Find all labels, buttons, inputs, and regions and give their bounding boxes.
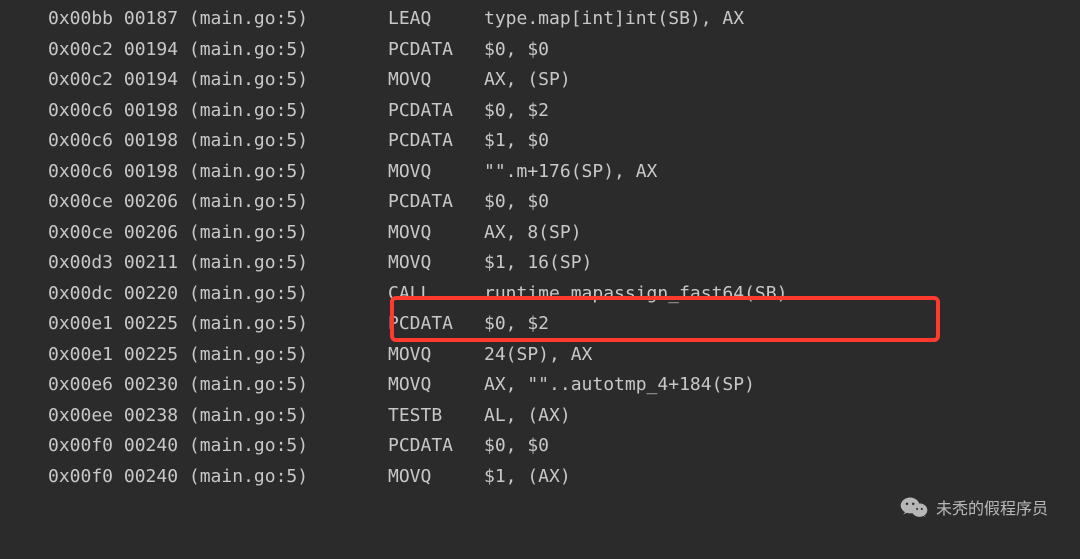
- asm-line: 0x00bb 00187 (main.go:5)LEAQtype.map[int…: [0, 4, 1080, 35]
- asm-args: AX, 8(SP): [484, 218, 1080, 249]
- asm-line: 0x00f0 00240 (main.go:5)MOVQ$1, (AX): [0, 462, 1080, 493]
- asm-opcode: MOVQ: [388, 218, 484, 249]
- asm-opcode: LEAQ: [388, 4, 484, 35]
- asm-line: 0x00c2 00194 (main.go:5)PCDATA$0, $0: [0, 35, 1080, 66]
- asm-line: 0x00c2 00194 (main.go:5)MOVQAX, (SP): [0, 65, 1080, 96]
- asm-opcode: MOVQ: [388, 462, 484, 493]
- asm-args: $0, $0: [484, 187, 1080, 218]
- asm-address: 0x00ce 00206 (main.go:5): [48, 218, 388, 249]
- asm-line: 0x00c6 00198 (main.go:5)MOVQ"".m+176(SP)…: [0, 157, 1080, 188]
- asm-opcode: PCDATA: [388, 309, 484, 340]
- asm-args: AX, ""..autotmp_4+184(SP): [484, 370, 1080, 401]
- watermark: 未秃的假程序员: [900, 495, 1048, 519]
- asm-address: 0x00f0 00240 (main.go:5): [48, 462, 388, 493]
- asm-line: 0x00d3 00211 (main.go:5)MOVQ$1, 16(SP): [0, 248, 1080, 279]
- asm-opcode: PCDATA: [388, 35, 484, 66]
- asm-line: 0x00e6 00230 (main.go:5)MOVQAX, ""..auto…: [0, 370, 1080, 401]
- asm-opcode: PCDATA: [388, 96, 484, 127]
- asm-address: 0x00c2 00194 (main.go:5): [48, 65, 388, 96]
- wechat-icon: [900, 495, 928, 519]
- asm-address: 0x00d3 00211 (main.go:5): [48, 248, 388, 279]
- asm-args: 24(SP), AX: [484, 340, 1080, 371]
- asm-opcode: PCDATA: [388, 431, 484, 462]
- asm-args: $0, $2: [484, 309, 1080, 340]
- asm-address: 0x00c6 00198 (main.go:5): [48, 157, 388, 188]
- asm-line: 0x00f0 00240 (main.go:5)PCDATA$0, $0: [0, 431, 1080, 462]
- asm-line: 0x00c6 00198 (main.go:5)PCDATA$1, $0: [0, 126, 1080, 157]
- asm-address: 0x00dc 00220 (main.go:5): [48, 279, 388, 310]
- asm-args: "".m+176(SP), AX: [484, 157, 1080, 188]
- asm-opcode: CALL: [388, 279, 484, 310]
- asm-line: 0x00c6 00198 (main.go:5)PCDATA$0, $2: [0, 96, 1080, 127]
- asm-args: AL, (AX): [484, 401, 1080, 432]
- asm-args: $0, $0: [484, 35, 1080, 66]
- asm-args: $1, $0: [484, 126, 1080, 157]
- asm-opcode: MOVQ: [388, 370, 484, 401]
- asm-line: 0x00ee 00238 (main.go:5)TESTBAL, (AX): [0, 401, 1080, 432]
- asm-args: $1, 16(SP): [484, 248, 1080, 279]
- asm-address: 0x00f0 00240 (main.go:5): [48, 431, 388, 462]
- asm-address: 0x00c6 00198 (main.go:5): [48, 96, 388, 127]
- asm-address: 0x00e1 00225 (main.go:5): [48, 340, 388, 371]
- asm-opcode: MOVQ: [388, 65, 484, 96]
- asm-opcode: TESTB: [388, 401, 484, 432]
- asm-args: $0, $0: [484, 431, 1080, 462]
- asm-line: 0x00e1 00225 (main.go:5)PCDATA$0, $2: [0, 309, 1080, 340]
- asm-line: 0x00ce 00206 (main.go:5)PCDATA$0, $0: [0, 187, 1080, 218]
- asm-args: runtime.mapassign_fast64(SB): [484, 279, 1080, 310]
- asm-address: 0x00ee 00238 (main.go:5): [48, 401, 388, 432]
- asm-opcode: PCDATA: [388, 187, 484, 218]
- assembly-listing: 0x00bb 00187 (main.go:5)LEAQtype.map[int…: [0, 4, 1080, 492]
- asm-line: 0x00ce 00206 (main.go:5)MOVQAX, 8(SP): [0, 218, 1080, 249]
- asm-line: 0x00e1 00225 (main.go:5)MOVQ24(SP), AX: [0, 340, 1080, 371]
- asm-address: 0x00c6 00198 (main.go:5): [48, 126, 388, 157]
- asm-address: 0x00e6 00230 (main.go:5): [48, 370, 388, 401]
- asm-opcode: MOVQ: [388, 340, 484, 371]
- asm-args: $1, (AX): [484, 462, 1080, 493]
- asm-address: 0x00c2 00194 (main.go:5): [48, 35, 388, 66]
- asm-args: type.map[int]int(SB), AX: [484, 4, 1080, 35]
- asm-opcode: PCDATA: [388, 126, 484, 157]
- asm-address: 0x00bb 00187 (main.go:5): [48, 4, 388, 35]
- asm-args: AX, (SP): [484, 65, 1080, 96]
- asm-line: 0x00dc 00220 (main.go:5)CALLruntime.mapa…: [0, 279, 1080, 310]
- asm-args: $0, $2: [484, 96, 1080, 127]
- asm-opcode: MOVQ: [388, 157, 484, 188]
- watermark-text: 未秃的假程序员: [936, 495, 1048, 519]
- asm-address: 0x00e1 00225 (main.go:5): [48, 309, 388, 340]
- asm-address: 0x00ce 00206 (main.go:5): [48, 187, 388, 218]
- asm-opcode: MOVQ: [388, 248, 484, 279]
